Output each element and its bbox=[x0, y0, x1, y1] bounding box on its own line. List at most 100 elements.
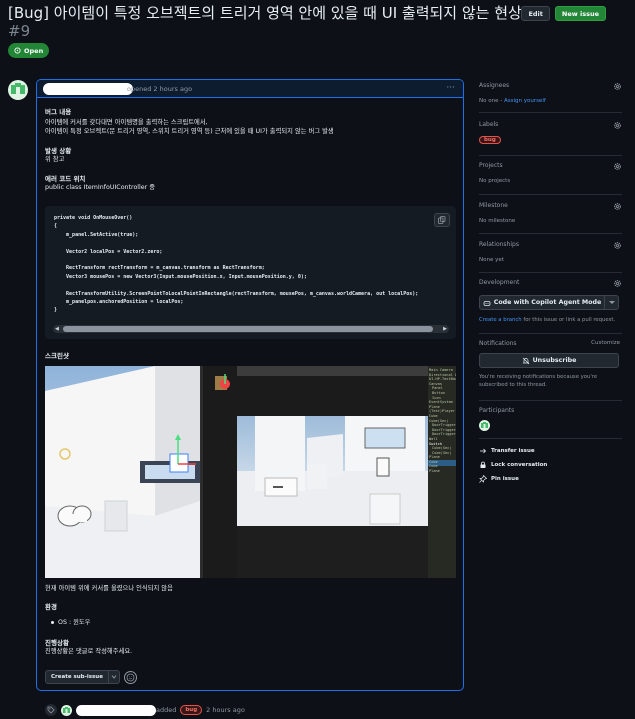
occur-heading: 발생 상황 bbox=[45, 147, 72, 155]
participant-avatar[interactable] bbox=[479, 420, 490, 431]
env-list-item: OS : 윈도우 bbox=[51, 618, 90, 627]
copilot-dropdown[interactable] bbox=[604, 296, 618, 309]
code-horizontal-scrollbar[interactable]: ◀ ▶ bbox=[53, 325, 449, 333]
unsubscribe-label: Unsubscribe bbox=[532, 357, 577, 364]
author-name-redacted bbox=[43, 82, 133, 95]
assignees-value: No one - Assign yourself bbox=[479, 98, 622, 104]
labels-title: Labels bbox=[479, 121, 499, 128]
scroll-right-icon[interactable]: ▶ bbox=[443, 326, 447, 332]
env-heading: 환경 bbox=[45, 603, 57, 611]
screenshot-image[interactable]: Main CameraDirectional LightUI-HP-TextBa… bbox=[45, 366, 456, 578]
divider bbox=[479, 438, 622, 439]
assignees-section: Assignees No one - Assign yourself bbox=[479, 82, 622, 104]
comment-meta: opened 2 hours ago bbox=[127, 84, 193, 93]
divider bbox=[479, 155, 622, 156]
event-avatar[interactable] bbox=[61, 704, 72, 716]
customize-link[interactable]: Customize bbox=[591, 340, 620, 346]
assignees-none: No one - bbox=[479, 98, 503, 104]
header-actions: Edit New issue bbox=[521, 6, 606, 21]
kebab-menu-icon[interactable]: ··· bbox=[446, 83, 455, 93]
event-time: 2 hours ago bbox=[206, 706, 245, 714]
state-label: Open bbox=[24, 46, 44, 55]
copilot-button-main[interactable]: Code with Copilot Agent Mode bbox=[480, 299, 604, 307]
hierarchy-item[interactable]: Main Camera bbox=[429, 368, 456, 373]
issue-body-comment: opened 2 hours ago ··· 버그 내용 아이템에 커서를 갖다… bbox=[36, 79, 464, 691]
sidebar-label-bug[interactable]: bug bbox=[479, 136, 501, 144]
scroll-left-icon[interactable]: ◀ bbox=[55, 326, 59, 332]
projects-section: Projects No projects bbox=[479, 162, 622, 184]
transfer-issue-action[interactable]: Transfer issue bbox=[479, 447, 535, 455]
progress-text: 진행상황은 댓글로 작성해주세요. bbox=[45, 648, 133, 655]
participants-section: Participants bbox=[479, 407, 622, 433]
assignees-title: Assignees bbox=[479, 82, 510, 89]
chevron-down-icon bbox=[111, 675, 117, 679]
error-heading: 에러 코드 위치 bbox=[45, 175, 86, 183]
projects-title: Projects bbox=[479, 162, 503, 169]
divider bbox=[479, 194, 622, 195]
gear-icon[interactable] bbox=[613, 279, 622, 288]
development-title: Development bbox=[479, 279, 520, 286]
env-item-text: OS : 윈도우 bbox=[58, 619, 91, 626]
gear-icon[interactable] bbox=[613, 162, 622, 171]
unsubscribe-button[interactable]: Unsubscribe bbox=[479, 353, 619, 368]
create-branch-link[interactable]: Create a branch bbox=[479, 317, 522, 323]
hierarchy-item[interactable]: Plane bbox=[429, 469, 456, 474]
screenshot-heading: 스크린샷 bbox=[45, 352, 69, 360]
screenshot-caption: 현재 아이템 위에 커서를 올렸으나 인식되지 않음 bbox=[45, 585, 173, 592]
divider bbox=[479, 272, 622, 273]
bullet-icon bbox=[51, 621, 54, 624]
gear-icon[interactable] bbox=[613, 121, 622, 130]
smiley-icon bbox=[126, 673, 135, 681]
hierarchy-panel: Main CameraDirectional LightUI-HP-TextBa… bbox=[429, 368, 456, 474]
copilot-button-label: Code with Copilot Agent Mode bbox=[493, 299, 602, 306]
create-subissue-label: Create sub-issue bbox=[51, 674, 103, 680]
divider bbox=[479, 112, 622, 113]
comment-body: 버그 내용 아이템에 커서를 갖다대면 아이템명을 출력하는 스크립트에서, 아… bbox=[45, 106, 456, 192]
milestone-section: Milestone No milestone bbox=[479, 202, 622, 224]
divider bbox=[479, 333, 622, 334]
gear-icon[interactable] bbox=[613, 82, 622, 91]
lock-conversation-action[interactable]: Lock conversation bbox=[479, 461, 547, 469]
participants-title: Participants bbox=[479, 407, 515, 414]
pin-issue-label: Pin issue bbox=[491, 476, 519, 482]
author-avatar[interactable] bbox=[8, 80, 28, 100]
issue-number: #9 bbox=[8, 22, 31, 40]
notifications-section: Notifications Customize bbox=[479, 340, 622, 347]
comment-footer-actions: Create sub-issue bbox=[45, 670, 137, 684]
code-text: private void OnMouseOver() { m_panel.Set… bbox=[54, 215, 419, 314]
issue-open-icon bbox=[14, 47, 21, 54]
bug-desc-1: 아이템에 커서를 갖다대면 아이템명을 출력하는 스크립트에서, bbox=[45, 119, 208, 126]
bug-desc-2: 아이템이 특정 오브젝트(문 트리거 영역, 스위치 트리거 영역 등) 근처에… bbox=[45, 128, 334, 135]
milestone-value: No milestone bbox=[479, 218, 516, 224]
create-branch-text: Create a branch for this issue or link a… bbox=[479, 317, 615, 323]
transfer-issue-label: Transfer issue bbox=[491, 448, 535, 454]
event-label-bug[interactable]: bug bbox=[180, 705, 203, 715]
new-issue-button[interactable]: New issue bbox=[554, 6, 606, 21]
add-reaction-button[interactable] bbox=[123, 670, 137, 684]
relationships-value: None yet bbox=[479, 257, 504, 263]
timeline-label-event: added bug 2 hours ago bbox=[45, 704, 245, 716]
identicon-icon bbox=[481, 422, 488, 428]
identicon-icon bbox=[11, 83, 25, 94]
issue-title: [Bug] 아이템이 특정 오브젝트의 트리거 영역 안에 있을 때 UI 출력… bbox=[8, 4, 522, 40]
create-subissue-button[interactable]: Create sub-issue bbox=[45, 670, 120, 684]
copilot-icon bbox=[483, 300, 491, 306]
lock-icon bbox=[480, 461, 486, 468]
state-badge: Open bbox=[8, 43, 50, 58]
event-action: added bbox=[156, 706, 177, 714]
gear-icon[interactable] bbox=[613, 202, 622, 211]
copilot-agent-button[interactable]: Code with Copilot Agent Mode bbox=[479, 295, 619, 310]
scrollbar-thumb[interactable] bbox=[63, 326, 433, 332]
assign-yourself-link[interactable]: Assign yourself bbox=[504, 98, 546, 104]
copy-icon bbox=[438, 216, 446, 224]
edit-button[interactable]: Edit bbox=[521, 6, 550, 21]
divider bbox=[479, 400, 622, 401]
occur-text: 위 참고 bbox=[45, 156, 65, 163]
bug-heading: 버그 내용 bbox=[45, 108, 72, 116]
relationships-section: Relationships None yet bbox=[479, 241, 622, 263]
copy-button[interactable] bbox=[434, 213, 450, 227]
bell-slash-icon bbox=[522, 357, 529, 364]
pin-issue-action[interactable]: Pin issue bbox=[479, 475, 519, 483]
gear-icon[interactable] bbox=[613, 241, 622, 250]
subissue-dropdown[interactable] bbox=[107, 671, 119, 683]
